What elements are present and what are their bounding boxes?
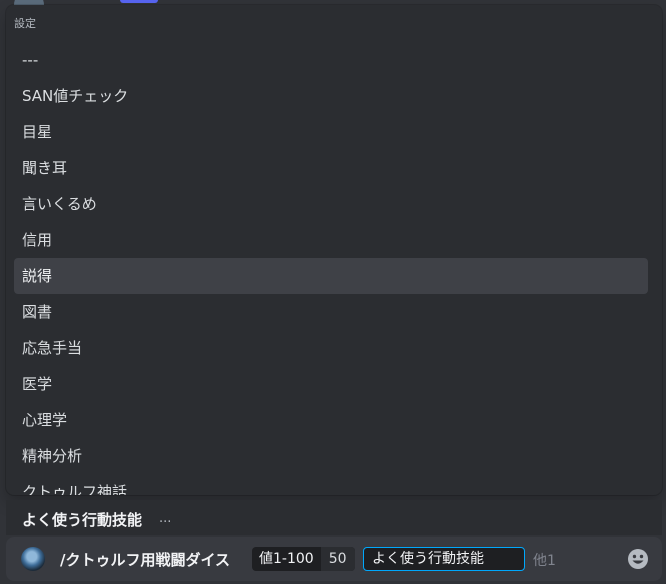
command-name: /クトゥルフ用戦闘ダイス — [60, 551, 231, 569]
skill-parameter-name: よく使う行動技能 — [372, 551, 484, 567]
option-item[interactable]: 言いくるめ — [14, 186, 648, 222]
option-item[interactable]: 図書 — [14, 294, 648, 330]
option-item[interactable]: 心理学 — [14, 402, 648, 438]
option-item[interactable]: 信用 — [14, 222, 648, 258]
mention-highlight — [120, 0, 158, 3]
selected-option-bar: よく使う行動技能 ... — [6, 500, 662, 535]
option-item[interactable]: 医学 — [14, 366, 648, 402]
globe-avatar-icon — [21, 547, 45, 571]
option-item[interactable]: クトゥルフ神話 — [14, 474, 648, 495]
dice-parameter-value[interactable]: 50 — [320, 547, 355, 571]
option-item[interactable]: SAN値チェック — [14, 78, 648, 114]
option-item[interactable]: --- — [14, 42, 648, 78]
selected-option-ellipsis: ... — [159, 511, 172, 526]
slash-command-input[interactable]: /クトゥルフ用戦闘ダイス 値1-100 50 よく使う行動技能 他1 — [6, 537, 662, 581]
more-parameters-button[interactable]: 他1 — [533, 550, 556, 570]
option-item[interactable]: 聞き耳 — [14, 150, 648, 186]
smiley-face-icon[interactable] — [627, 548, 649, 570]
dice-parameter-name: 値1-100 — [259, 551, 314, 567]
skill-parameter[interactable]: よく使う行動技能 — [363, 547, 525, 571]
option-item[interactable]: 精神分析 — [14, 438, 648, 474]
dice-value-parameter[interactable]: 値1-100 50 — [252, 547, 355, 571]
slash-command-option-menu: 設定 --- SAN値チェック 目星 聞き耳 言いくるめ 信用 説得 図書 応急手当 医学 心理学精… — [6, 5, 662, 495]
option-item[interactable]: 応急手当 — [14, 330, 648, 366]
option-list: --- SAN値チェック 目星 聞き耳 言いくるめ 信用 説得 図書 応急手当 医学 心理学 精神分析… — [14, 42, 648, 495]
option-item[interactable]: 目星 — [14, 114, 648, 150]
discord-chat-view: 設定 --- SAN値チェック 目星 聞き耳 言いくるめ 信用 説得 図書 応急手当 医学 心理学精… — [0, 0, 666, 584]
selected-option-name: よく使う行動技能 — [22, 511, 143, 529]
option-item[interactable]: 説得 — [14, 258, 648, 294]
option-menu-header: 設定 — [14, 17, 36, 30]
